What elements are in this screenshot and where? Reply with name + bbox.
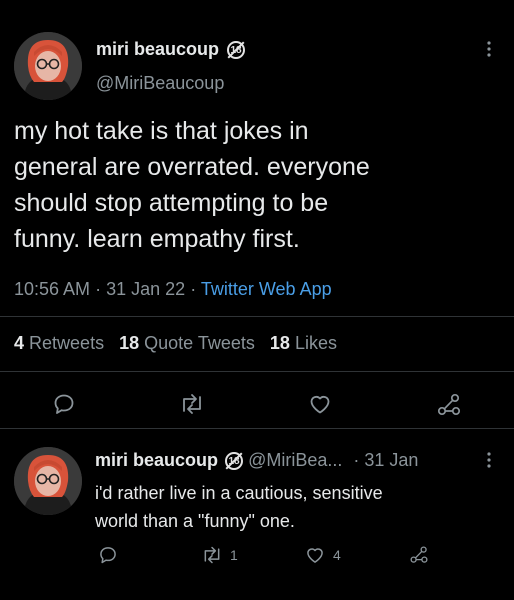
reply-header: miri beaucoup 18 @MiriBea... · 31 Jan xyxy=(95,450,418,471)
likes-stat[interactable]: 18 Likes xyxy=(270,333,337,353)
tweet-time[interactable]: 10:56 AM xyxy=(14,279,90,299)
avatar[interactable] xyxy=(14,32,82,100)
badge-18-icon: 18 xyxy=(227,41,246,60)
tweet-text: my hot take is that jokes in general are… xyxy=(14,113,370,257)
reply-text-line: world than a "funny" one. xyxy=(95,511,295,531)
divider xyxy=(0,316,514,317)
reply-date[interactable]: 31 Jan xyxy=(364,450,418,470)
share-icon[interactable] xyxy=(436,392,462,418)
reply-like-count: 4 xyxy=(333,547,341,563)
retweets-stat[interactable]: 4 Retweets xyxy=(14,333,104,353)
tweet-author[interactable]: miri beaucoup 18 xyxy=(96,39,246,60)
handle[interactable]: @MiriBeaucoup xyxy=(96,73,224,94)
badge-18-icon: 18 xyxy=(225,452,244,471)
retweet-icon[interactable] xyxy=(201,545,223,565)
retweets-count: 4 xyxy=(14,333,25,353)
tweet-source[interactable]: Twitter Web App xyxy=(201,279,332,299)
reply-handle[interactable]: @MiriBea... xyxy=(248,450,342,470)
tweet-text-line: should stop attempting to be xyxy=(14,189,329,217)
more-vertical-icon[interactable] xyxy=(486,451,492,469)
tweet-meta: 10:56 AM · 31 Jan 22 · Twitter Web App xyxy=(14,279,332,300)
tweet-date[interactable]: 31 Jan 22 xyxy=(106,279,185,299)
tweet-stats: 4 Retweets 18 Quote Tweets 18 Likes xyxy=(14,333,337,354)
reply-text: i'd rather live in a cautious, sensitive… xyxy=(95,479,383,535)
reply-icon[interactable] xyxy=(98,545,118,565)
reply-text-line: i'd rather live in a cautious, sensitive xyxy=(95,483,383,503)
quote-tweets-stat[interactable]: 18 Quote Tweets xyxy=(119,333,255,353)
share-icon[interactable] xyxy=(409,545,429,565)
like-icon[interactable] xyxy=(308,392,332,416)
tweet-text-line: general are overrated. everyone xyxy=(14,153,370,181)
likes-label: Likes xyxy=(294,333,337,353)
like-icon[interactable] xyxy=(305,545,325,565)
meta-separator: · xyxy=(353,450,360,470)
likes-count: 18 xyxy=(269,333,290,353)
reply-display-name[interactable]: miri beaucoup xyxy=(95,450,218,470)
meta-separator: · xyxy=(190,279,197,299)
quotes-label: Quote Tweets xyxy=(144,333,255,353)
reply-retweet-count: 1 xyxy=(230,547,238,563)
retweets-label: Retweets xyxy=(29,333,105,353)
meta-separator: · xyxy=(95,279,102,299)
divider xyxy=(0,428,514,429)
quotes-count: 18 xyxy=(119,333,140,353)
tweet-text-line: funny. learn empathy first. xyxy=(14,225,300,253)
more-vertical-icon[interactable] xyxy=(486,40,492,58)
tweet-text-line: my hot take is that jokes in xyxy=(14,117,309,145)
divider xyxy=(0,371,514,372)
retweet-icon[interactable] xyxy=(179,392,205,416)
reply-icon[interactable] xyxy=(52,392,76,416)
reply-avatar[interactable] xyxy=(14,447,82,515)
display-name[interactable]: miri beaucoup xyxy=(96,39,219,59)
